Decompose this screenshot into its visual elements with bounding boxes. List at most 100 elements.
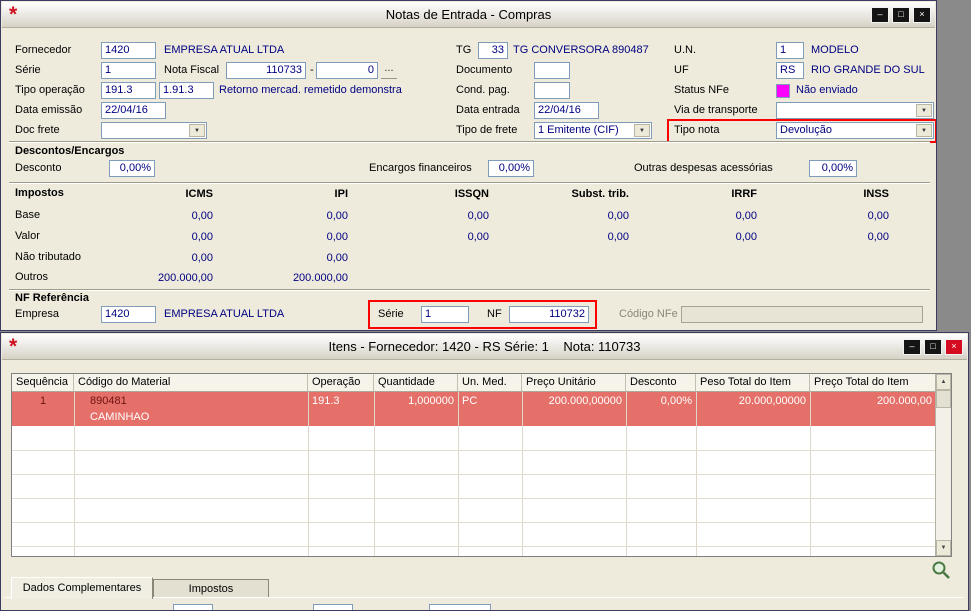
entry-window: * Notas de Entrada - Compras – □ × Forne…	[0, 0, 937, 331]
outras-despesas-input[interactable]: 0,00%	[809, 160, 857, 177]
encargos-input[interactable]: 0,00%	[488, 160, 534, 177]
doc-frete-label: Doc frete	[15, 122, 60, 139]
desconto-label: Desconto	[15, 160, 61, 177]
items-window-titlebar[interactable]: * Itens - Fornecedor: 1420 - RS Série: 1…	[2, 334, 967, 360]
entry-window-title: Notas de Entrada - Compras	[2, 7, 935, 22]
empresa-name-text: EMPRESA ATUAL LTDA	[164, 306, 284, 323]
serie-input[interactable]: 1	[101, 62, 156, 79]
tab-dados-complementares[interactable]: Dados Complementares	[11, 577, 153, 599]
grid-row-line	[12, 474, 935, 475]
tipo-nota-select[interactable]: Devolução ▼	[776, 122, 934, 139]
outros-ipi: 200.000,00	[258, 271, 348, 285]
chevron-down-icon[interactable]: ▼	[634, 124, 650, 137]
grid-row-line	[12, 450, 935, 451]
table-row-selected[interactable]: 1 890481 CAMINHAO 191.3 1,000000 PC 200.…	[12, 392, 935, 426]
valor-issqn: 0,00	[399, 230, 489, 244]
ref-serie-input[interactable]: 1	[421, 306, 469, 323]
col-header-operacao[interactable]: Operação	[308, 374, 374, 392]
cell-operacao: 191.3	[312, 394, 370, 409]
doc-frete-select[interactable]: ▼	[101, 122, 207, 139]
encargos-label: Encargos financeiros	[369, 160, 472, 177]
tg-input[interactable]: 33	[478, 42, 508, 59]
fornecedor-name-text: EMPRESA ATUAL LTDA	[164, 42, 284, 59]
nota-fiscal-label: Nota Fiscal	[164, 62, 219, 79]
fornecedor-label: Fornecedor	[15, 42, 71, 59]
zoom-icon[interactable]	[930, 559, 952, 581]
tab-impostos[interactable]: Impostos	[153, 579, 269, 598]
section-divider	[9, 289, 930, 291]
scrollbar-thumb[interactable]	[936, 390, 951, 408]
col-header-peso-total[interactable]: Peso Total do Item	[696, 374, 810, 392]
desktop: { "icons": { "app": "*", "minimize": "–"…	[0, 0, 971, 611]
ref-nf-input[interactable]: 110732	[509, 306, 589, 323]
nota-fiscal-browse-button[interactable]: ...	[381, 62, 397, 79]
base-icms: 0,00	[123, 209, 213, 223]
maximize-icon[interactable]: □	[892, 7, 910, 23]
scroll-up-icon[interactable]: ▲	[936, 374, 951, 390]
maximize-icon[interactable]: □	[924, 339, 942, 355]
nf-referencia-section-title: NF Referência	[15, 292, 89, 305]
scroll-down-icon[interactable]: ▼	[936, 540, 951, 556]
col-header-sequencia[interactable]: Sequência	[12, 374, 74, 392]
cell-preco-total: 200.000,00	[810, 394, 932, 409]
base-ipi: 0,00	[258, 209, 348, 223]
col-header-codigo[interactable]: Código do Material	[74, 374, 308, 392]
col-header-preco-total[interactable]: Preço Total do Item	[810, 374, 935, 392]
tipo-operacao-input[interactable]: 191.3	[101, 82, 156, 99]
desconto-input[interactable]: 0,00%	[109, 160, 155, 177]
tg-label: TG	[456, 42, 471, 59]
tab-panel-field-2[interactable]	[313, 604, 353, 611]
minimize-icon[interactable]: –	[903, 339, 921, 355]
un-input[interactable]: 1	[776, 42, 804, 59]
impostos-col-issqn: ISSQN	[399, 187, 489, 201]
data-emissao-input[interactable]: 22/04/16	[101, 102, 166, 119]
close-icon[interactable]: ×	[945, 339, 963, 355]
codigo-nfe-label: Código NFe	[619, 306, 678, 323]
tipo-frete-value: 1 Emitente (CIF)	[538, 124, 619, 136]
col-header-desconto[interactable]: Desconto	[626, 374, 696, 392]
chevron-down-icon[interactable]: ▼	[916, 104, 932, 117]
documento-label: Documento	[456, 62, 512, 79]
empresa-label: Empresa	[15, 306, 59, 323]
impostos-col-ipi: IPI	[258, 187, 348, 201]
impostos-section-title: Impostos	[15, 187, 64, 200]
base-issqn: 0,00	[399, 209, 489, 223]
grid-row-line	[12, 546, 935, 547]
data-entrada-label: Data entrada	[456, 102, 520, 119]
cond-pag-input[interactable]	[534, 82, 570, 99]
tipo-operacao-desc-text: Retorno mercad. remetido demonstra	[219, 82, 402, 99]
impostos-col-icms: ICMS	[123, 187, 213, 201]
vertical-scrollbar[interactable]: ▲ ▼	[935, 374, 951, 556]
col-header-quantidade[interactable]: Quantidade	[374, 374, 458, 392]
via-transporte-select[interactable]: ▼	[776, 102, 934, 119]
impostos-row-nao-tributado-label: Não tributado	[15, 249, 81, 266]
tab-panel-field-3[interactable]	[429, 604, 491, 611]
minimize-icon[interactable]: –	[871, 7, 889, 23]
items-window: * Itens - Fornecedor: 1420 - RS Série: 1…	[0, 332, 969, 611]
close-icon[interactable]: ×	[913, 7, 931, 23]
base-subst: 0,00	[539, 209, 629, 223]
empresa-input[interactable]: 1420	[101, 306, 156, 323]
chevron-down-icon[interactable]: ▼	[189, 124, 205, 137]
impostos-col-subst: Subst. trib.	[539, 187, 629, 201]
un-name-text: MODELO	[811, 42, 859, 59]
fornecedor-input[interactable]: 1420	[101, 42, 156, 59]
documento-input[interactable]	[534, 62, 570, 79]
cond-pag-label: Cond. pag.	[456, 82, 510, 99]
tab-panel-field-1[interactable]	[173, 604, 213, 611]
uf-input[interactable]: RS	[776, 62, 804, 79]
section-divider	[9, 141, 930, 143]
valor-subst: 0,00	[539, 230, 629, 244]
data-entrada-input[interactable]: 22/04/16	[534, 102, 599, 119]
descontos-section-title: Descontos/Encargos	[15, 145, 124, 158]
entry-window-titlebar[interactable]: * Notas de Entrada - Compras – □ ×	[2, 2, 935, 28]
nota-fiscal-input[interactable]: 110733	[226, 62, 306, 79]
tipo-operacao-input2[interactable]: 1.91.3	[159, 82, 214, 99]
chevron-down-icon[interactable]: ▼	[916, 124, 932, 137]
col-header-un-med[interactable]: Un. Med.	[458, 374, 522, 392]
col-header-preco-unitario[interactable]: Preço Unitário	[522, 374, 626, 392]
nota-fiscal-suffix-input[interactable]: 0	[316, 62, 378, 79]
uf-name-text: RIO GRANDE DO SUL	[811, 62, 925, 79]
cell-preco-unitario: 200.000,00000	[522, 394, 622, 409]
tipo-frete-select[interactable]: 1 Emitente (CIF) ▼	[534, 122, 652, 139]
